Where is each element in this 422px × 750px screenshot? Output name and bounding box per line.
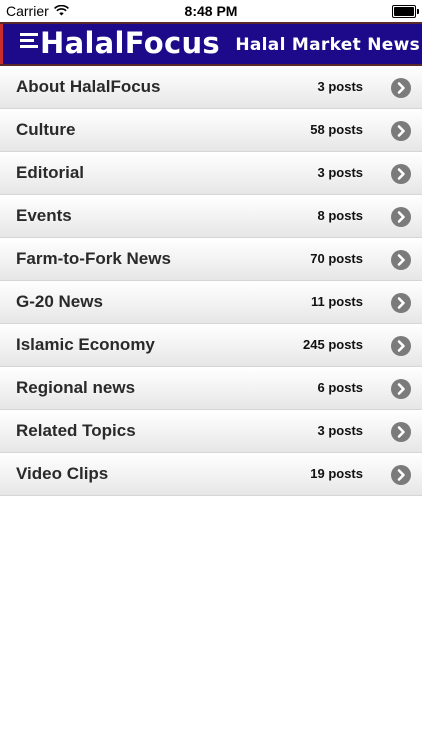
category-row[interactable]: G-20 News 11 posts — [0, 281, 422, 324]
category-title: Regional news — [16, 378, 136, 397]
post-count: 245 posts — [303, 337, 363, 352]
category-title: Events — [16, 206, 72, 225]
app-logo-title: HalalFocus — [40, 26, 220, 60]
category-row[interactable]: Editorial 3 posts — [0, 152, 422, 195]
category-title: Culture — [16, 120, 76, 139]
battery-icon — [392, 5, 419, 18]
post-count: 70 posts — [310, 251, 363, 266]
category-row[interactable]: Islamic Economy 245 posts — [0, 324, 422, 367]
chevron-right-icon[interactable] — [391, 293, 411, 313]
chevron-right-icon[interactable] — [391, 465, 411, 485]
chevron-right-icon[interactable] — [391, 379, 411, 399]
status-bar: Carrier 8:48 PM — [0, 0, 422, 22]
category-row[interactable]: Video Clips 19 posts — [0, 453, 422, 496]
chevron-right-icon[interactable] — [391, 207, 411, 227]
header-banner: HalalFocus Halal Market News — [0, 22, 422, 66]
chevron-right-icon[interactable] — [391, 336, 411, 356]
menu-lines-logo-icon — [20, 33, 38, 55]
category-title: Related Topics — [16, 421, 136, 440]
chevron-right-icon[interactable] — [391, 250, 411, 270]
status-time: 8:48 PM — [184, 3, 238, 19]
category-row[interactable]: About HalalFocus 3 posts — [0, 66, 422, 109]
category-row[interactable]: Events 8 posts — [0, 195, 422, 238]
chevron-right-icon[interactable] — [391, 78, 411, 98]
battery-level — [394, 7, 414, 16]
post-count: 8 posts — [317, 208, 363, 223]
category-title: Farm-to-Fork News — [16, 249, 171, 268]
post-count: 3 posts — [317, 165, 363, 180]
chevron-right-icon[interactable] — [391, 422, 411, 442]
category-row[interactable]: Farm-to-Fork News 70 posts — [0, 238, 422, 281]
category-row[interactable]: Related Topics 3 posts — [0, 410, 422, 453]
app-tagline: Halal Market News — [235, 35, 420, 55]
banner-accent-stripe — [0, 24, 3, 64]
post-count: 58 posts — [310, 122, 363, 137]
category-title: Editorial — [16, 163, 85, 182]
category-list: About HalalFocus 3 posts Culture 58 posts Ed… — [0, 66, 422, 496]
post-count: 11 posts — [310, 294, 363, 309]
post-count: 19 posts — [310, 466, 363, 481]
category-row[interactable]: Culture 58 posts — [0, 109, 422, 152]
post-count: 3 posts — [317, 79, 363, 94]
category-row[interactable]: Regional news 6 posts — [0, 367, 422, 410]
post-count: 6 posts — [317, 380, 363, 395]
chevron-right-icon[interactable] — [391, 121, 411, 141]
post-count: 3 posts — [317, 423, 363, 438]
chevron-right-icon[interactable] — [391, 164, 411, 184]
category-title: Islamic Economy — [16, 335, 155, 354]
category-title: Video Clips — [16, 464, 109, 483]
category-title: About HalalFocus — [16, 77, 161, 96]
category-title: G-20 News — [16, 292, 103, 311]
